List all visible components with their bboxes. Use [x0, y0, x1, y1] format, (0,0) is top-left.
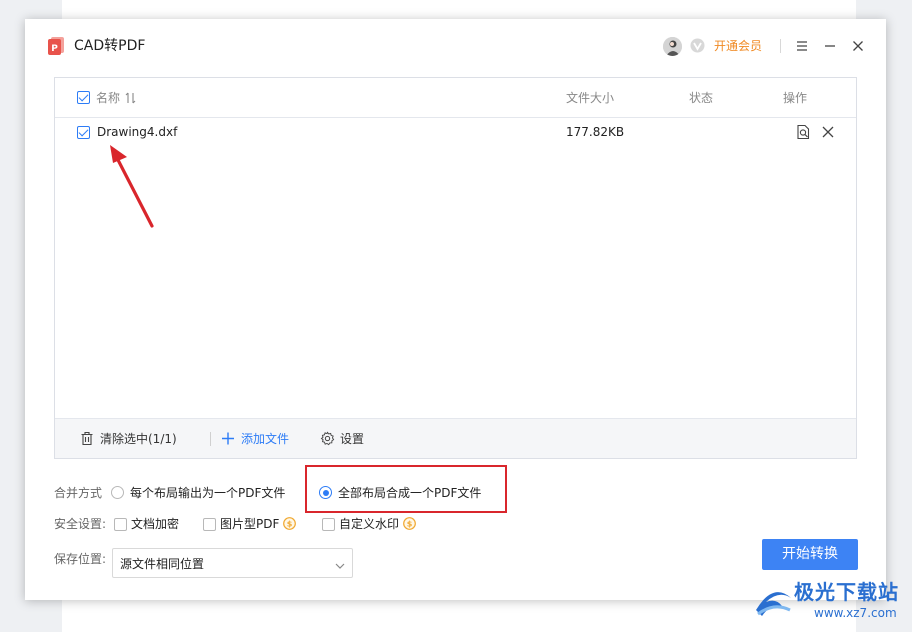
plus-icon: [222, 432, 234, 445]
file-name: Drawing4.dxf: [97, 125, 178, 139]
settings-button[interactable]: 设置: [320, 430, 380, 448]
app-logo-icon: P: [46, 36, 66, 56]
toolbar-divider: [210, 432, 211, 446]
custom-watermark-checkbox[interactable]: [322, 518, 335, 531]
save-location-select[interactable]: 源文件相同位置: [112, 548, 353, 578]
app-window: P CAD转PDF 开通会员 名称 文件大小 状态 操作 Drawing4.dx…: [25, 19, 886, 600]
open-vip-link[interactable]: 开通会员: [714, 37, 762, 55]
svg-text:P: P: [51, 44, 58, 54]
encrypt-document-checkbox[interactable]: [114, 518, 127, 531]
row-checkbox[interactable]: [77, 126, 90, 139]
annotation-arrow: [110, 145, 154, 228]
title-bar: P CAD转PDF 开通会员: [25, 19, 886, 73]
settings-label: 设置: [340, 432, 365, 446]
svg-text:$: $: [407, 520, 413, 529]
preview-icon[interactable]: [795, 124, 811, 140]
merge-per-layout-radio[interactable]: [111, 486, 124, 499]
custom-watermark-label[interactable]: 自定义水印: [339, 516, 399, 532]
watermark-name: 极光下载站: [794, 580, 899, 604]
titlebar-divider: [780, 39, 781, 53]
add-file-label: 添加文件: [241, 432, 290, 446]
gear-icon: [320, 431, 335, 446]
clear-selected-label: 清除选中(1/1): [100, 432, 177, 446]
column-size: 文件大小: [566, 91, 615, 105]
start-convert-button[interactable]: 开始转换: [762, 539, 858, 570]
column-status: 状态: [689, 91, 714, 105]
file-list-header: 名称 文件大小 状态 操作: [55, 78, 856, 118]
select-all-checkbox[interactable]: [77, 91, 90, 104]
remove-file-icon[interactable]: [820, 124, 836, 140]
save-location-label: 保存位置:: [54, 552, 107, 566]
add-file-button[interactable]: 添加文件: [221, 430, 311, 448]
table-row[interactable]: Drawing4.dxf 177.82KB: [55, 119, 856, 147]
vip-coin-icon: [690, 38, 705, 53]
merge-per-layout-label[interactable]: 每个布局输出为一个PDF文件: [130, 485, 285, 501]
app-title: CAD转PDF: [74, 38, 146, 54]
file-list-toolbar: 清除选中(1/1) 添加文件 设置: [55, 418, 856, 458]
file-size: 177.82KB: [566, 125, 625, 139]
clear-selected-button[interactable]: 清除选中(1/1): [80, 430, 190, 448]
menu-icon[interactable]: [792, 36, 812, 56]
encrypt-document-label[interactable]: 文档加密: [131, 516, 179, 532]
watermark-logo-icon: [756, 592, 791, 616]
site-watermark: 极光下载站 www.xz7.com: [750, 578, 910, 626]
column-action: 操作: [783, 91, 808, 105]
trash-icon: [81, 431, 93, 446]
image-pdf-checkbox[interactable]: [203, 518, 216, 531]
minimize-icon[interactable]: [820, 36, 840, 56]
save-location-value: 源文件相同位置: [120, 557, 205, 571]
close-icon[interactable]: [848, 36, 868, 56]
sort-icon[interactable]: [125, 90, 137, 106]
annotation-highlight-box: [305, 465, 507, 513]
svg-text:$: $: [287, 520, 293, 529]
vip-coin-icon: $: [283, 517, 296, 530]
vip-coin-icon: $: [403, 517, 416, 530]
watermark-url: www.xz7.com: [814, 606, 897, 620]
security-settings-label: 安全设置:: [54, 517, 107, 531]
chevron-down-icon: [335, 559, 345, 569]
file-list-panel: 名称 文件大小 状态 操作 Drawing4.dxf 177.82KB 清除选中…: [54, 77, 857, 459]
merge-mode-label: 合并方式: [54, 486, 103, 500]
user-avatar[interactable]: [663, 37, 682, 56]
image-pdf-label[interactable]: 图片型PDF: [220, 516, 279, 532]
column-name: 名称: [96, 91, 121, 105]
